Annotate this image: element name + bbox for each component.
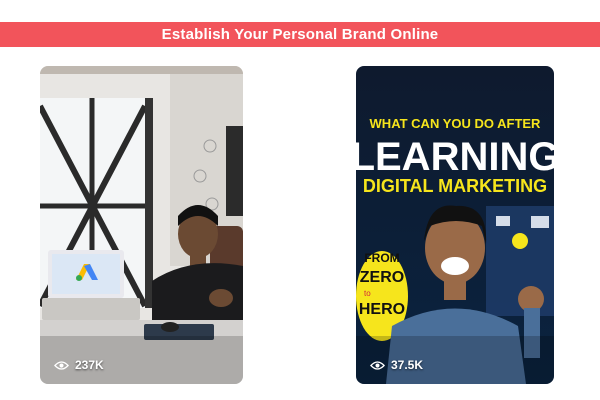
badge-text-bottom: HERO bbox=[359, 301, 405, 318]
badge-text-top: FROM bbox=[364, 251, 399, 265]
badge-text-to: to bbox=[364, 289, 371, 298]
video-card-1[interactable]: 237K bbox=[40, 66, 243, 384]
view-count: 237K bbox=[54, 358, 104, 372]
view-count-label: 37.5K bbox=[391, 358, 424, 372]
thumbnail-text-line2: LEARNING bbox=[356, 135, 554, 179]
thumbnail-text-line1: WHAT CAN YOU DO AFTER bbox=[370, 116, 542, 131]
section-title: Establish Your Personal Brand Online bbox=[161, 26, 439, 43]
badge-text-mid: ZERO bbox=[360, 269, 404, 286]
video-thumbnail-digital-marketing: WHAT CAN YOU DO AFTER LEARNING DIGITAL M… bbox=[356, 66, 554, 384]
thumbnail-text-line3: DIGITAL MARKETING bbox=[363, 176, 547, 196]
section-title-banner: Establish Your Personal Brand Online bbox=[0, 22, 600, 47]
video-card-2[interactable]: WHAT CAN YOU DO AFTER LEARNING DIGITAL M… bbox=[356, 66, 554, 384]
video-thumbnail-office bbox=[40, 66, 243, 384]
view-count: 37.5K bbox=[370, 358, 423, 372]
view-count-label: 237K bbox=[75, 358, 104, 372]
eye-icon bbox=[54, 360, 69, 370]
eye-icon bbox=[370, 360, 385, 370]
